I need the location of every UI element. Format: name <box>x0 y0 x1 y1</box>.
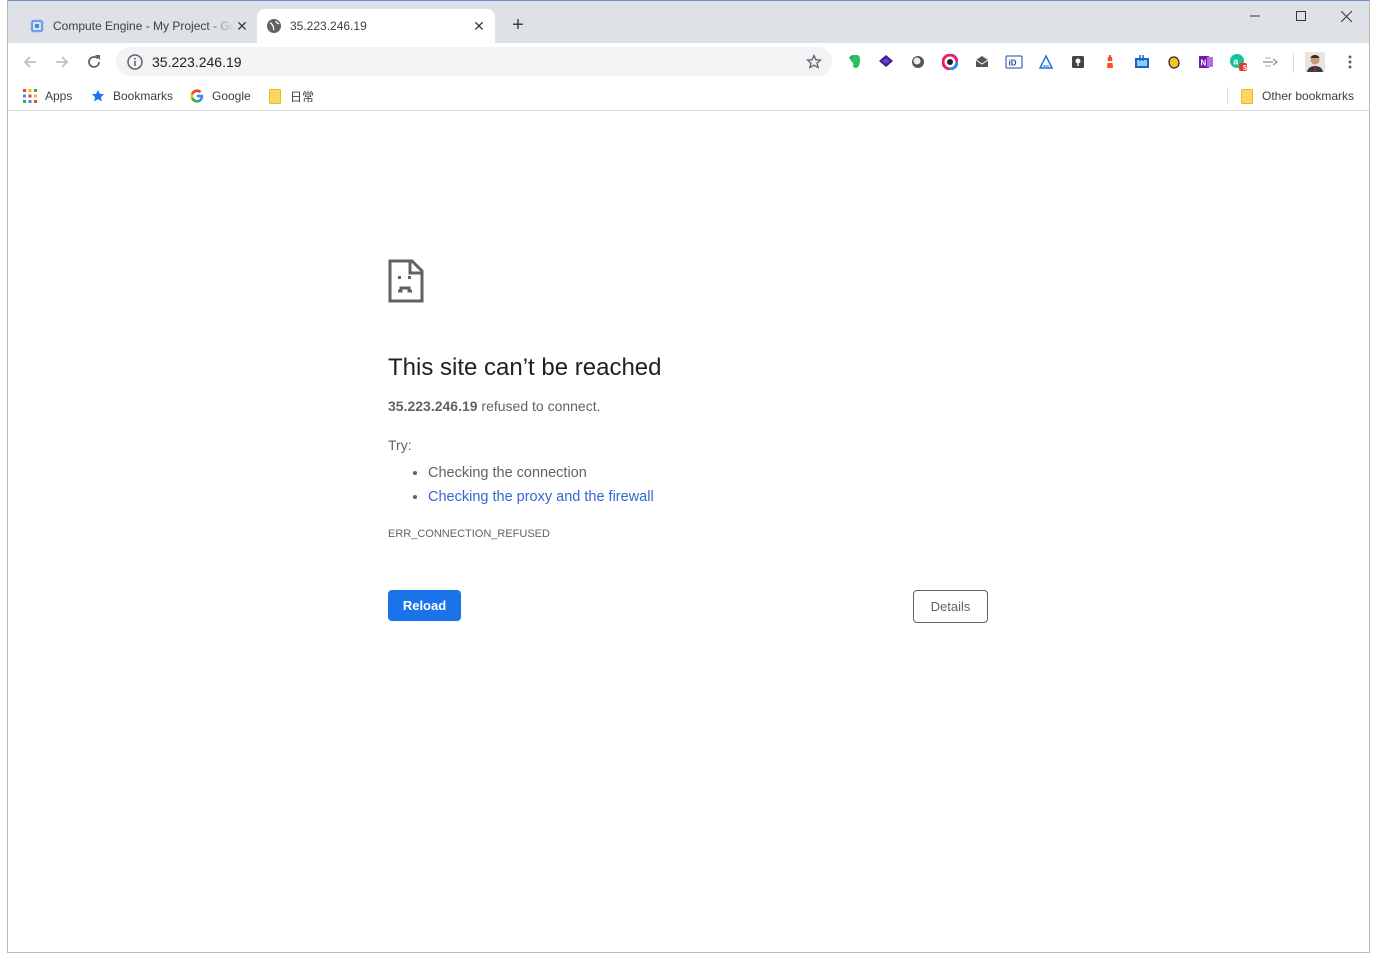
circle-extension-icon[interactable] <box>909 53 927 71</box>
avatar[interactable] <box>1305 52 1325 72</box>
forward-icon[interactable] <box>50 50 74 74</box>
svg-text:iD: iD <box>1009 59 1017 68</box>
bookmarks-divider <box>1227 87 1228 105</box>
bookmark-google[interactable]: Google <box>189 87 251 105</box>
bookmark-other[interactable]: Other bookmarks <box>1239 87 1354 105</box>
bookmarks-bar: Apps Bookmarks Google 日常 Other bookmarks <box>8 81 1369 111</box>
suggestion-connection: Checking the connection <box>428 461 998 485</box>
try-label: Try: <box>388 437 412 453</box>
bookmark-folder-daily[interactable]: 日常 <box>267 87 314 105</box>
folder-icon <box>1239 88 1255 104</box>
google-icon <box>189 88 205 104</box>
browser-window: Compute Engine - My Project - Google Clo… <box>7 0 1370 953</box>
toolbar-divider <box>1293 53 1294 73</box>
triangle-extension-icon[interactable] <box>1037 53 1055 71</box>
reload-icon[interactable] <box>82 50 106 74</box>
bookmark-label: 日常 <box>290 89 315 104</box>
minimize-icon[interactable] <box>1232 1 1278 31</box>
chrome-menu-icon[interactable] <box>1340 52 1360 72</box>
error-message-text: refused to connect. <box>481 398 601 414</box>
suggestions-list: Checking the connection Checking the pro… <box>388 461 998 509</box>
address-bar[interactable]: 35.223.246.19 <box>116 47 832 76</box>
toolbar: 35.223.246.19 iD N a 5 <box>8 43 1369 81</box>
tab-compute-engine[interactable]: Compute Engine - My Project - Google Clo… <box>20 9 258 43</box>
bookmark-bookmarks[interactable]: Bookmarks <box>90 87 173 105</box>
lock-extension-icon[interactable] <box>1069 53 1087 71</box>
error-page: This site can’t be reached 35.223.246.19… <box>388 259 998 624</box>
url-text: 35.223.246.19 <box>152 53 242 70</box>
button-row: Reload Details <box>388 590 998 624</box>
reload-button[interactable]: Reload <box>388 590 461 621</box>
onenote-extension-icon[interactable]: N <box>1197 53 1215 71</box>
back-icon[interactable] <box>18 50 42 74</box>
error-code: ERR_CONNECTION_REFUSED <box>388 528 550 540</box>
close-tab-icon[interactable]: ✕ <box>471 18 487 34</box>
error-title: This site can’t be reached <box>388 354 662 381</box>
compute-engine-icon <box>30 19 44 33</box>
star-icon <box>90 88 106 104</box>
color-picker-extension-icon[interactable] <box>941 53 959 71</box>
hand-extension-icon[interactable] <box>1165 53 1183 71</box>
sad-page-icon <box>388 259 424 303</box>
globe-icon <box>267 19 281 33</box>
info-icon[interactable] <box>126 53 144 71</box>
layers-extension-icon[interactable] <box>877 53 895 71</box>
folder-icon <box>267 88 283 104</box>
error-message: 35.223.246.19 refused to connect. <box>388 398 998 414</box>
bookmark-label: Google <box>212 89 251 103</box>
new-tab-icon[interactable]: + <box>508 15 528 35</box>
bookmark-label: Apps <box>45 89 73 103</box>
lighthouse-extension-icon[interactable] <box>1101 53 1119 71</box>
maximize-icon[interactable] <box>1278 1 1324 31</box>
mail-extension-icon[interactable] <box>973 53 991 71</box>
details-button[interactable]: Details <box>913 590 988 623</box>
svg-text:N: N <box>1201 59 1207 68</box>
close-window-icon[interactable] <box>1323 1 1369 31</box>
evernote-extension-icon[interactable] <box>845 53 863 71</box>
bookmark-label: Bookmarks <box>113 89 174 103</box>
extension-badge: 5 <box>1243 65 1247 72</box>
bookmark-apps[interactable]: Apps <box>22 87 72 105</box>
tab-title: Compute Engine - My Project - Google Clo… <box>53 19 234 33</box>
tab-title: 35.223.246.19 <box>290 19 367 33</box>
tab-strip: Compute Engine - My Project - Google Clo… <box>8 1 1369 43</box>
tab-current[interactable]: 35.223.246.19 ✕ <box>257 9 495 43</box>
bookmark-star-icon[interactable] <box>804 52 824 72</box>
apps-grid-icon <box>22 88 38 104</box>
error-host: 35.223.246.19 <box>388 398 478 414</box>
screenshot-extension-icon[interactable] <box>1133 53 1151 71</box>
id-extension-icon[interactable]: iD <box>1005 53 1023 71</box>
cursor-extension-icon[interactable] <box>1261 53 1279 71</box>
suggestion-proxy-firewall-link[interactable]: Checking the proxy and the firewall <box>428 485 998 509</box>
close-tab-icon[interactable]: ✕ <box>234 18 250 34</box>
bookmark-label: Other bookmarks <box>1262 89 1355 103</box>
